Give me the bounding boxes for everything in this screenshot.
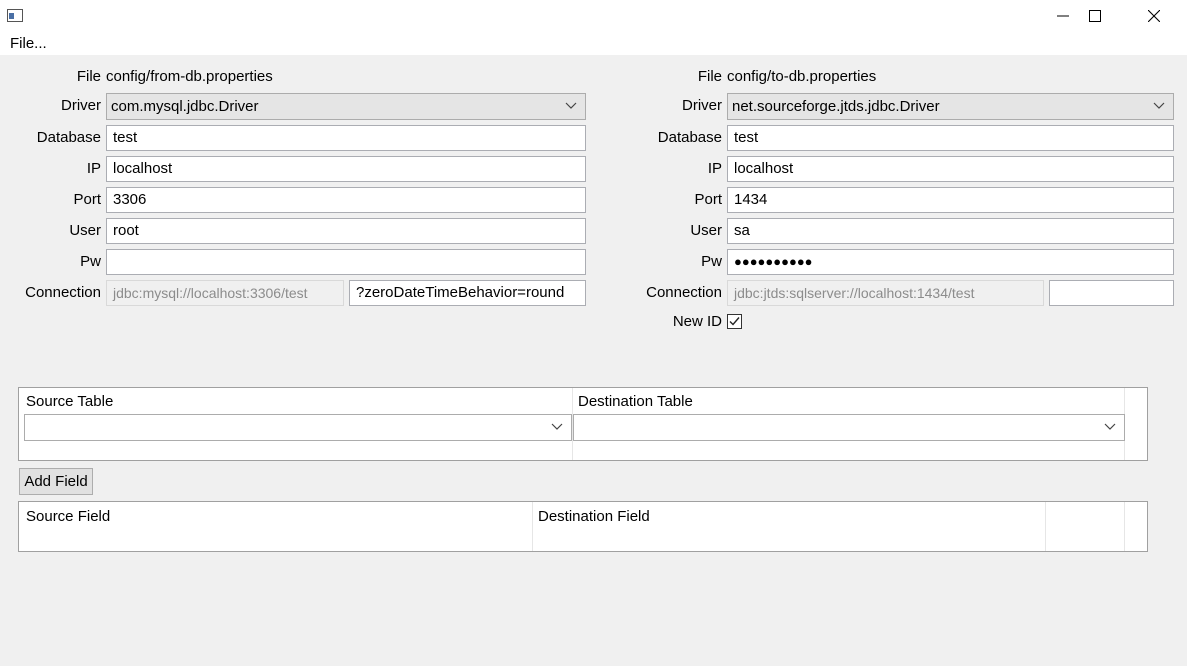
destination-table-select[interactable] [573, 414, 1125, 441]
app-icon [7, 9, 23, 22]
close-icon [1148, 10, 1160, 22]
from-pw-input[interactable] [106, 249, 586, 275]
source-table-header: Source Table [26, 392, 113, 412]
from-database-label: Database [20, 125, 101, 151]
from-user-label: User [20, 218, 101, 244]
to-file-label: File [640, 64, 722, 90]
chevron-down-icon [1153, 102, 1165, 110]
to-port-label: Port [640, 187, 722, 213]
to-driver-label: Driver [640, 93, 722, 119]
from-port-label: Port [20, 187, 101, 213]
to-port-input[interactable]: 1434 [727, 187, 1174, 213]
from-user-input[interactable]: root [106, 218, 586, 244]
from-port-input[interactable]: 3306 [106, 187, 586, 213]
to-ip-label: IP [640, 156, 722, 182]
from-connection-params-input[interactable]: ?zeroDateTimeBehavior=round [349, 280, 586, 306]
to-driver-value: net.sourceforge.jtds.jdbc.Driver [732, 98, 940, 115]
to-driver-select[interactable]: net.sourceforge.jtds.jdbc.Driver [727, 93, 1174, 120]
to-connection-url: jdbc:jtds:sqlserver://localhost:1434/tes… [727, 280, 1044, 306]
menu-file[interactable]: File... [10, 35, 47, 52]
from-database-input[interactable]: test [106, 125, 586, 151]
add-field-button[interactable]: Add Field [19, 468, 93, 495]
from-connection-label: Connection [20, 280, 101, 306]
to-database-input[interactable]: test [727, 125, 1174, 151]
chevron-down-icon [565, 102, 577, 110]
to-database-label: Database [640, 125, 722, 151]
maximize-icon [1089, 10, 1101, 22]
new-id-checkbox[interactable] [727, 314, 742, 329]
from-ip-label: IP [20, 156, 101, 182]
fields-grid-divider-2 [1045, 502, 1046, 551]
to-connection-label: Connection [640, 280, 722, 306]
chevron-down-icon [1104, 423, 1116, 431]
to-connection-params-input[interactable] [1049, 280, 1174, 306]
minimize-icon [1057, 10, 1069, 22]
to-pw-label: Pw [640, 249, 722, 275]
from-file-label: File [20, 64, 101, 90]
destination-field-header: Destination Field [538, 507, 650, 527]
to-user-label: User [640, 218, 722, 244]
fields-grid-divider-3 [1124, 502, 1125, 551]
to-pw-input[interactable]: ●●●●●●●●●● [727, 249, 1174, 275]
from-ip-input[interactable]: localhost [106, 156, 586, 182]
from-driver-value: com.mysql.jdbc.Driver [111, 98, 259, 115]
new-id-label: New ID [640, 309, 722, 335]
chevron-down-icon [551, 423, 563, 431]
menu-bar [0, 32, 1187, 55]
from-connection-url: jdbc:mysql://localhost:3306/test [106, 280, 344, 306]
to-ip-input[interactable]: localhost [727, 156, 1174, 182]
from-file-path: config/from-db.properties [106, 64, 273, 90]
destination-table-header: Destination Table [578, 392, 693, 412]
source-field-header: Source Field [26, 507, 110, 527]
close-button[interactable] [1131, 0, 1177, 32]
from-driver-select[interactable]: com.mysql.jdbc.Driver [106, 93, 586, 120]
checkmark-icon [728, 315, 741, 328]
to-user-input[interactable]: sa [727, 218, 1174, 244]
to-file-path: config/to-db.properties [727, 64, 876, 90]
from-driver-label: Driver [20, 93, 101, 119]
fields-grid-divider [532, 502, 533, 551]
source-table-select[interactable] [24, 414, 572, 441]
maximize-button[interactable] [1072, 0, 1118, 32]
title-bar [0, 0, 1187, 32]
from-pw-label: Pw [20, 249, 101, 275]
